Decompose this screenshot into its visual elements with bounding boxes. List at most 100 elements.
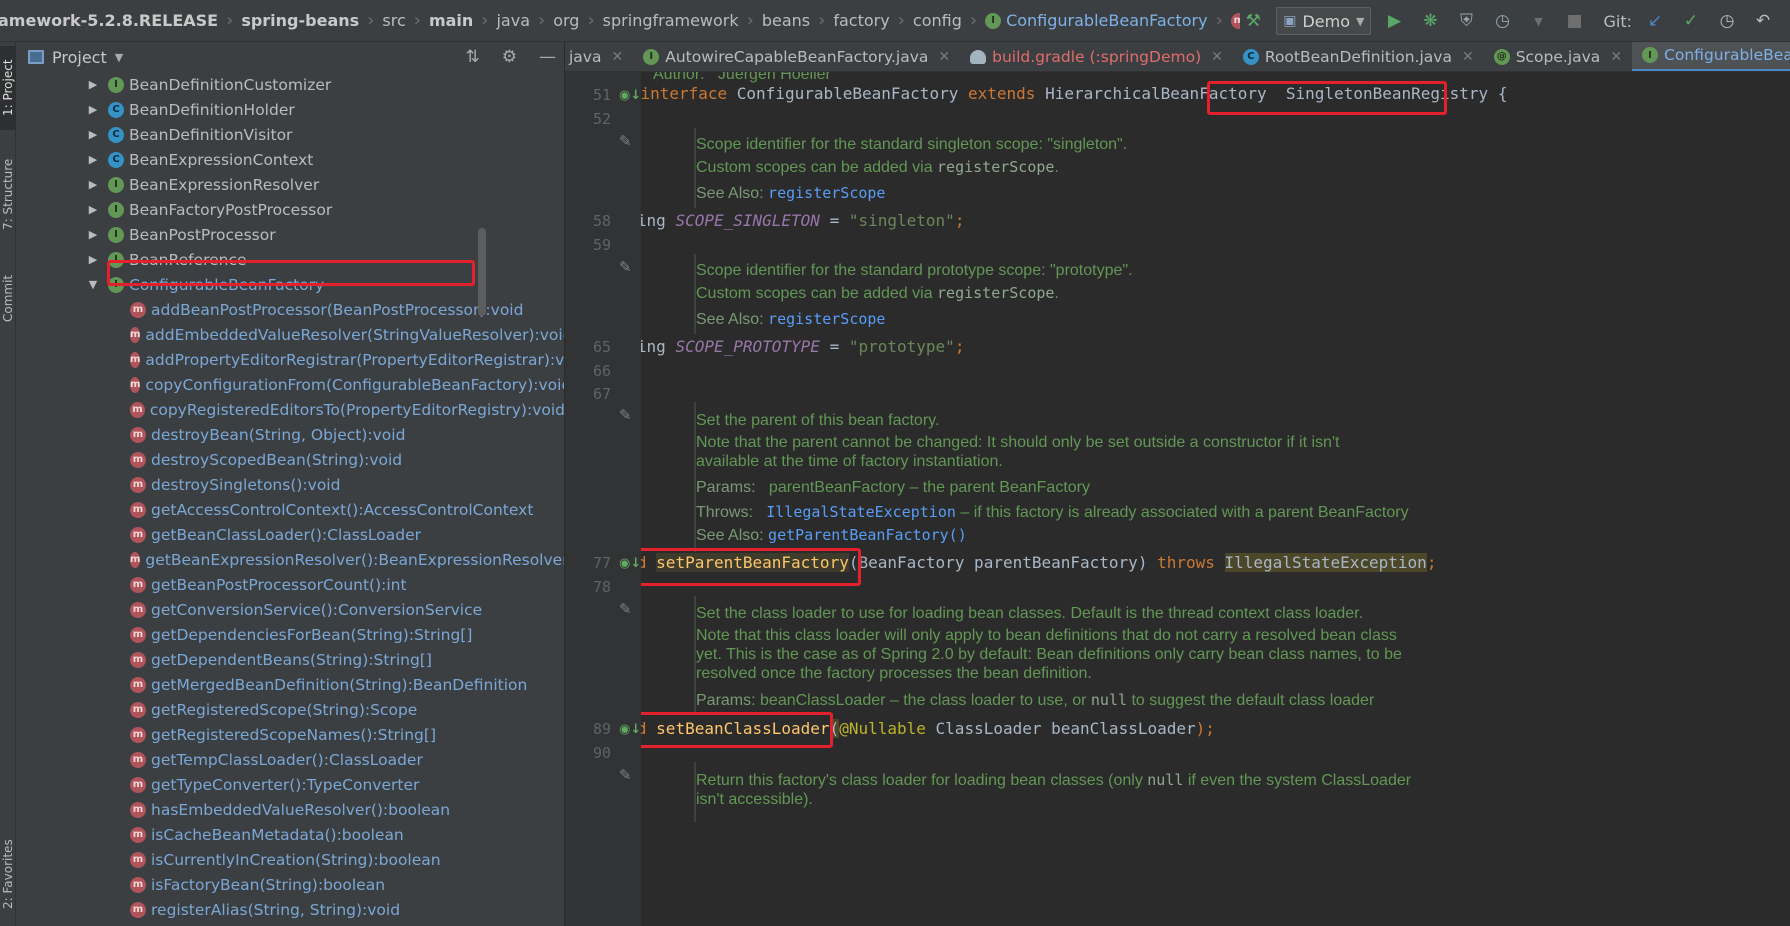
tree-method-item[interactable]: m isCacheBeanMetadata():boolean: [16, 822, 564, 847]
code-editor[interactable]: Author: Juergen Hoeller public interface…: [641, 72, 1790, 926]
breadcrumb-item[interactable]: beans: [760, 11, 812, 30]
chevron-right-icon[interactable]: ▶: [86, 103, 100, 116]
chevron-right-icon[interactable]: ▶: [86, 203, 100, 216]
favorites-tool-tab[interactable]: 2: Favorites: [0, 822, 16, 926]
run-configuration-select[interactable]: ▣ Demo ▼: [1276, 7, 1372, 35]
tree-method-item[interactable]: m registerAlias(String, String):void: [16, 897, 564, 922]
run-icon[interactable]: ▶: [1381, 8, 1407, 34]
chevron-right-icon[interactable]: ▶: [86, 153, 100, 166]
tree-node[interactable]: ▶ C BeanDefinitionHolder: [16, 97, 564, 122]
tree-node[interactable]: ▶ I BeanFactoryPostProcessor: [16, 197, 564, 222]
build-hammer-icon[interactable]: ⚒: [1240, 8, 1266, 34]
implemented-marker-icon[interactable]: ◉↓: [619, 556, 641, 571]
tree-method-item[interactable]: m getTempClassLoader():ClassLoader: [16, 747, 564, 772]
tree-node[interactable]: ▶ C BeanDefinitionVisitor: [16, 122, 564, 147]
tree-method-item[interactable]: m getRegisteredScopeNames():String[]: [16, 722, 564, 747]
tree-node[interactable]: ▶ C BeanExpressionContext: [16, 147, 564, 172]
tree-method-item[interactable]: m addEmbeddedValueResolver(StringValueRes…: [16, 322, 564, 347]
breadcrumb-separator: ›: [897, 10, 905, 31]
git-commit-icon[interactable]: ✓: [1678, 8, 1704, 34]
profile-icon[interactable]: ◷: [1489, 8, 1515, 34]
more-run-options-icon[interactable]: ▼: [1525, 8, 1551, 34]
editor-tab[interactable]: build.gradle (:springDemo) ✕: [960, 42, 1233, 71]
tree-method-item[interactable]: m getMergedBeanDefinition(String):BeanDef…: [16, 672, 564, 697]
editor-tab[interactable]: java ✕: [565, 42, 633, 71]
close-icon[interactable]: ✕: [1211, 49, 1223, 65]
project-panel-title[interactable]: Project: [52, 48, 107, 67]
close-icon[interactable]: ✕: [938, 49, 950, 65]
tree-method-item[interactable]: m copyConfigurationFrom(ConfigurableBeanF…: [16, 372, 564, 397]
tree-method-item[interactable]: m getBeanClassLoader():ClassLoader: [16, 522, 564, 547]
chevron-right-icon[interactable]: ▶: [86, 253, 100, 266]
tree-method-item[interactable]: m getConversionService():ConversionServic…: [16, 597, 564, 622]
breadcrumb-item[interactable]: src: [380, 11, 407, 30]
git-history-icon[interactable]: ◷: [1714, 8, 1740, 34]
close-icon[interactable]: ✕: [1462, 49, 1474, 65]
project-tool-tab[interactable]: 1: Project: [0, 46, 16, 130]
chevron-right-icon[interactable]: ▶: [86, 228, 100, 241]
tree-method-item[interactable]: m getBeanPostProcessorCount():int: [16, 572, 564, 597]
structure-tool-tab[interactable]: 7: Structure: [0, 140, 16, 248]
debug-icon[interactable]: ❋: [1417, 8, 1443, 34]
tree-method-item[interactable]: m isCurrentlyInCreation(String):boolean: [16, 847, 564, 872]
interface-icon: I: [643, 48, 660, 65]
git-rollback-icon[interactable]: ↶: [1750, 8, 1776, 34]
tree-method-item[interactable]: m getRegisteredScope(String):Scope: [16, 697, 564, 722]
close-icon[interactable]: ✕: [1610, 49, 1622, 65]
tree-node[interactable]: ▶ I BeanExpressionResolver: [16, 172, 564, 197]
chevron-down-icon[interactable]: ▼: [86, 278, 100, 291]
chevron-right-icon[interactable]: ▶: [86, 128, 100, 141]
chevron-right-icon[interactable]: ▶: [86, 78, 100, 91]
chevron-down-icon[interactable]: ▼: [115, 51, 123, 64]
tree-method-item[interactable]: m getAccessControlContext():AccessControl…: [16, 497, 564, 522]
breadcrumb-item[interactable]: spring-beans: [239, 11, 361, 30]
tree-method-item[interactable]: m destroyBean(String, Object):void: [16, 422, 564, 447]
hide-panel-icon[interactable]: —: [539, 47, 556, 67]
editor-tab[interactable]: I ConfigurableBeanFactory.: [1632, 42, 1790, 71]
editor-tab[interactable]: @ Scope.java ✕: [1484, 42, 1632, 71]
breadcrumb-item[interactable]: factory: [831, 11, 891, 30]
doc-text: Custom scopes can be added via registerS…: [696, 158, 1059, 177]
editor-tab[interactable]: C RootBeanDefinition.java ✕: [1233, 42, 1484, 71]
git-update-icon[interactable]: ↙: [1642, 8, 1668, 34]
commit-tool-tab[interactable]: Commit: [0, 256, 16, 340]
breadcrumb-item[interactable]: org: [551, 11, 581, 30]
implemented-marker-icon[interactable]: ◉↓: [619, 88, 641, 103]
collapse-all-icon[interactable]: ⇅: [466, 47, 480, 67]
implemented-marker-icon[interactable]: ◉↓: [619, 722, 641, 737]
breadcrumb-item[interactable]: springframework: [601, 11, 741, 30]
tree-method-item[interactable]: m getTypeConverter():TypeConverter: [16, 772, 564, 797]
tree-method-item[interactable]: m hasEmbeddedValueResolver():boolean: [16, 797, 564, 822]
breadcrumb-item[interactable]: main: [427, 11, 475, 30]
doc-link[interactable]: IllegalStateException: [766, 503, 956, 521]
tree-method-item[interactable]: m addPropertyEditorRegistrar(PropertyEdit…: [16, 347, 564, 372]
close-icon[interactable]: ✕: [611, 49, 623, 65]
tree-method-item[interactable]: m destroySingletons():void: [16, 472, 564, 497]
tree-method-item[interactable]: m getBeanExpressionResolver():BeanExpress…: [16, 547, 564, 572]
tree-method-item[interactable]: m copyRegisteredEditorsTo(PropertyEditorR…: [16, 397, 564, 422]
editor-tab[interactable]: I AutowireCapableBeanFactory.java ✕: [633, 42, 960, 71]
stop-icon[interactable]: ■: [1561, 8, 1587, 34]
breadcrumb-item[interactable]: amework-5.2.8.RELEASE: [0, 11, 220, 30]
breadcrumb-item[interactable]: config: [911, 11, 964, 30]
tree-method-item[interactable]: m destroyScopedBean(String):void: [16, 447, 564, 472]
pencil-icon[interactable]: ✎: [619, 766, 632, 784]
tree-method-item[interactable]: m getDependenciesForBean(String):String[]: [16, 622, 564, 647]
editor-tab-label: AutowireCapableBeanFactory.java: [665, 47, 929, 66]
pencil-icon[interactable]: ✎: [619, 132, 632, 150]
doc-link[interactable]: registerScope: [768, 310, 885, 328]
gear-icon[interactable]: ⚙: [502, 47, 517, 67]
tree-method-item[interactable]: m getDependentBeans(String):String[]: [16, 647, 564, 672]
doc-link[interactable]: registerScope: [768, 184, 885, 202]
breadcrumb-class[interactable]: I ConfigurableBeanFactory: [983, 11, 1210, 30]
tree-node[interactable]: ▶ I BeanDefinitionCustomizer: [16, 72, 564, 97]
project-tree-scrollbar[interactable]: [478, 228, 486, 316]
chevron-right-icon[interactable]: ▶: [86, 178, 100, 191]
pencil-icon[interactable]: ✎: [619, 406, 632, 424]
pencil-icon[interactable]: ✎: [619, 258, 632, 276]
coverage-icon[interactable]: ⛨: [1453, 8, 1479, 34]
pencil-icon[interactable]: ✎: [619, 600, 632, 618]
doc-link[interactable]: getParentBeanFactory(): [768, 526, 967, 544]
tree-method-item[interactable]: m isFactoryBean(String):boolean: [16, 872, 564, 897]
breadcrumb-item[interactable]: java: [494, 11, 532, 30]
